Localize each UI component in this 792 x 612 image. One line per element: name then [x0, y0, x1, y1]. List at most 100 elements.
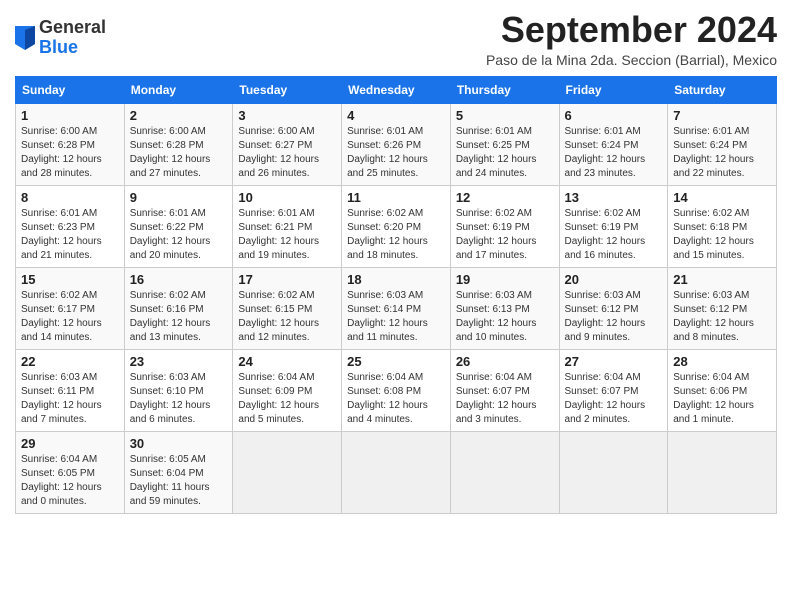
day-number: 5 — [456, 108, 554, 123]
day-cell: 3 Sunrise: 6:00 AM Sunset: 6:27 PM Dayli… — [233, 103, 342, 185]
day-number: 29 — [21, 436, 119, 451]
day-number: 9 — [130, 190, 228, 205]
day-cell: 8 Sunrise: 6:01 AM Sunset: 6:23 PM Dayli… — [16, 185, 125, 267]
day-number: 14 — [673, 190, 771, 205]
day-number: 27 — [565, 354, 663, 369]
day-number: 23 — [130, 354, 228, 369]
day-number: 25 — [347, 354, 445, 369]
day-detail: Sunrise: 6:02 AM Sunset: 6:16 PM Dayligh… — [130, 289, 228, 345]
day-detail: Sunrise: 6:04 AM Sunset: 6:06 PM Dayligh… — [673, 371, 771, 427]
day-detail: Sunrise: 6:02 AM Sunset: 6:19 PM Dayligh… — [456, 207, 554, 263]
day-cell: 29 Sunrise: 6:04 AM Sunset: 6:05 PM Dayl… — [16, 431, 125, 513]
week-row-2: 8 Sunrise: 6:01 AM Sunset: 6:23 PM Dayli… — [16, 185, 777, 267]
day-cell: 2 Sunrise: 6:00 AM Sunset: 6:28 PM Dayli… — [124, 103, 233, 185]
day-detail: Sunrise: 6:02 AM Sunset: 6:20 PM Dayligh… — [347, 207, 445, 263]
day-number: 30 — [130, 436, 228, 451]
col-friday: Friday — [559, 76, 668, 103]
day-detail: Sunrise: 6:01 AM Sunset: 6:21 PM Dayligh… — [238, 207, 336, 263]
day-cell: 30 Sunrise: 6:05 AM Sunset: 6:04 PM Dayl… — [124, 431, 233, 513]
day-cell: 15 Sunrise: 6:02 AM Sunset: 6:17 PM Dayl… — [16, 267, 125, 349]
day-detail: Sunrise: 6:01 AM Sunset: 6:23 PM Dayligh… — [21, 207, 119, 263]
day-number: 2 — [130, 108, 228, 123]
day-detail: Sunrise: 6:02 AM Sunset: 6:19 PM Dayligh… — [565, 207, 663, 263]
day-detail: Sunrise: 6:01 AM Sunset: 6:26 PM Dayligh… — [347, 125, 445, 181]
day-detail: Sunrise: 6:01 AM Sunset: 6:25 PM Dayligh… — [456, 125, 554, 181]
day-cell: 9 Sunrise: 6:01 AM Sunset: 6:22 PM Dayli… — [124, 185, 233, 267]
day-detail: Sunrise: 6:04 AM Sunset: 6:08 PM Dayligh… — [347, 371, 445, 427]
day-cell: 17 Sunrise: 6:02 AM Sunset: 6:15 PM Dayl… — [233, 267, 342, 349]
day-cell: 12 Sunrise: 6:02 AM Sunset: 6:19 PM Dayl… — [450, 185, 559, 267]
week-row-1: 1 Sunrise: 6:00 AM Sunset: 6:28 PM Dayli… — [16, 103, 777, 185]
day-detail: Sunrise: 6:00 AM Sunset: 6:28 PM Dayligh… — [21, 125, 119, 181]
day-cell: 5 Sunrise: 6:01 AM Sunset: 6:25 PM Dayli… — [450, 103, 559, 185]
calendar-table: Sunday Monday Tuesday Wednesday Thursday… — [15, 76, 777, 514]
day-detail: Sunrise: 6:02 AM Sunset: 6:15 PM Dayligh… — [238, 289, 336, 345]
page-container: General Blue September 2024 Paso de la M… — [15, 10, 777, 514]
day-cell — [233, 431, 342, 513]
logo-general-text: General — [39, 17, 106, 37]
day-cell: 7 Sunrise: 6:01 AM Sunset: 6:24 PM Dayli… — [668, 103, 777, 185]
day-number: 17 — [238, 272, 336, 287]
day-cell: 14 Sunrise: 6:02 AM Sunset: 6:18 PM Dayl… — [668, 185, 777, 267]
day-detail: Sunrise: 6:04 AM Sunset: 6:09 PM Dayligh… — [238, 371, 336, 427]
day-cell: 26 Sunrise: 6:04 AM Sunset: 6:07 PM Dayl… — [450, 349, 559, 431]
week-row-5: 29 Sunrise: 6:04 AM Sunset: 6:05 PM Dayl… — [16, 431, 777, 513]
day-detail: Sunrise: 6:03 AM Sunset: 6:14 PM Dayligh… — [347, 289, 445, 345]
day-cell — [450, 431, 559, 513]
day-cell — [342, 431, 451, 513]
day-number: 20 — [565, 272, 663, 287]
day-number: 8 — [21, 190, 119, 205]
day-detail: Sunrise: 6:03 AM Sunset: 6:11 PM Dayligh… — [21, 371, 119, 427]
day-cell: 23 Sunrise: 6:03 AM Sunset: 6:10 PM Dayl… — [124, 349, 233, 431]
day-detail: Sunrise: 6:04 AM Sunset: 6:07 PM Dayligh… — [565, 371, 663, 427]
day-cell: 21 Sunrise: 6:03 AM Sunset: 6:12 PM Dayl… — [668, 267, 777, 349]
day-number: 12 — [456, 190, 554, 205]
col-sunday: Sunday — [16, 76, 125, 103]
day-cell: 16 Sunrise: 6:02 AM Sunset: 6:16 PM Dayl… — [124, 267, 233, 349]
logo-blue-text: Blue — [39, 37, 78, 57]
col-wednesday: Wednesday — [342, 76, 451, 103]
day-cell — [668, 431, 777, 513]
header-row: Sunday Monday Tuesday Wednesday Thursday… — [16, 76, 777, 103]
day-detail: Sunrise: 6:02 AM Sunset: 6:18 PM Dayligh… — [673, 207, 771, 263]
day-number: 19 — [456, 272, 554, 287]
day-number: 4 — [347, 108, 445, 123]
day-number: 13 — [565, 190, 663, 205]
day-detail: Sunrise: 6:03 AM Sunset: 6:10 PM Dayligh… — [130, 371, 228, 427]
day-cell: 11 Sunrise: 6:02 AM Sunset: 6:20 PM Dayl… — [342, 185, 451, 267]
day-number: 18 — [347, 272, 445, 287]
day-detail: Sunrise: 6:05 AM Sunset: 6:04 PM Dayligh… — [130, 453, 228, 509]
day-cell: 18 Sunrise: 6:03 AM Sunset: 6:14 PM Dayl… — [342, 267, 451, 349]
day-number: 28 — [673, 354, 771, 369]
day-number: 3 — [238, 108, 336, 123]
day-number: 24 — [238, 354, 336, 369]
logo: General Blue — [15, 18, 106, 58]
day-cell: 4 Sunrise: 6:01 AM Sunset: 6:26 PM Dayli… — [342, 103, 451, 185]
day-cell: 27 Sunrise: 6:04 AM Sunset: 6:07 PM Dayl… — [559, 349, 668, 431]
day-cell: 19 Sunrise: 6:03 AM Sunset: 6:13 PM Dayl… — [450, 267, 559, 349]
col-thursday: Thursday — [450, 76, 559, 103]
day-detail: Sunrise: 6:03 AM Sunset: 6:12 PM Dayligh… — [565, 289, 663, 345]
day-number: 1 — [21, 108, 119, 123]
day-detail: Sunrise: 6:04 AM Sunset: 6:05 PM Dayligh… — [21, 453, 119, 509]
location-title: Paso de la Mina 2da. Seccion (Barrial), … — [486, 52, 777, 68]
day-number: 15 — [21, 272, 119, 287]
day-number: 22 — [21, 354, 119, 369]
day-cell: 13 Sunrise: 6:02 AM Sunset: 6:19 PM Dayl… — [559, 185, 668, 267]
day-detail: Sunrise: 6:03 AM Sunset: 6:12 PM Dayligh… — [673, 289, 771, 345]
day-number: 26 — [456, 354, 554, 369]
day-cell: 25 Sunrise: 6:04 AM Sunset: 6:08 PM Dayl… — [342, 349, 451, 431]
day-detail: Sunrise: 6:01 AM Sunset: 6:22 PM Dayligh… — [130, 207, 228, 263]
day-number: 21 — [673, 272, 771, 287]
day-detail: Sunrise: 6:04 AM Sunset: 6:07 PM Dayligh… — [456, 371, 554, 427]
col-tuesday: Tuesday — [233, 76, 342, 103]
day-number: 16 — [130, 272, 228, 287]
day-cell: 22 Sunrise: 6:03 AM Sunset: 6:11 PM Dayl… — [16, 349, 125, 431]
header: General Blue September 2024 Paso de la M… — [15, 10, 777, 68]
day-detail: Sunrise: 6:00 AM Sunset: 6:28 PM Dayligh… — [130, 125, 228, 181]
day-number: 11 — [347, 190, 445, 205]
week-row-4: 22 Sunrise: 6:03 AM Sunset: 6:11 PM Dayl… — [16, 349, 777, 431]
day-number: 6 — [565, 108, 663, 123]
day-cell: 6 Sunrise: 6:01 AM Sunset: 6:24 PM Dayli… — [559, 103, 668, 185]
logo-icon — [15, 26, 35, 50]
